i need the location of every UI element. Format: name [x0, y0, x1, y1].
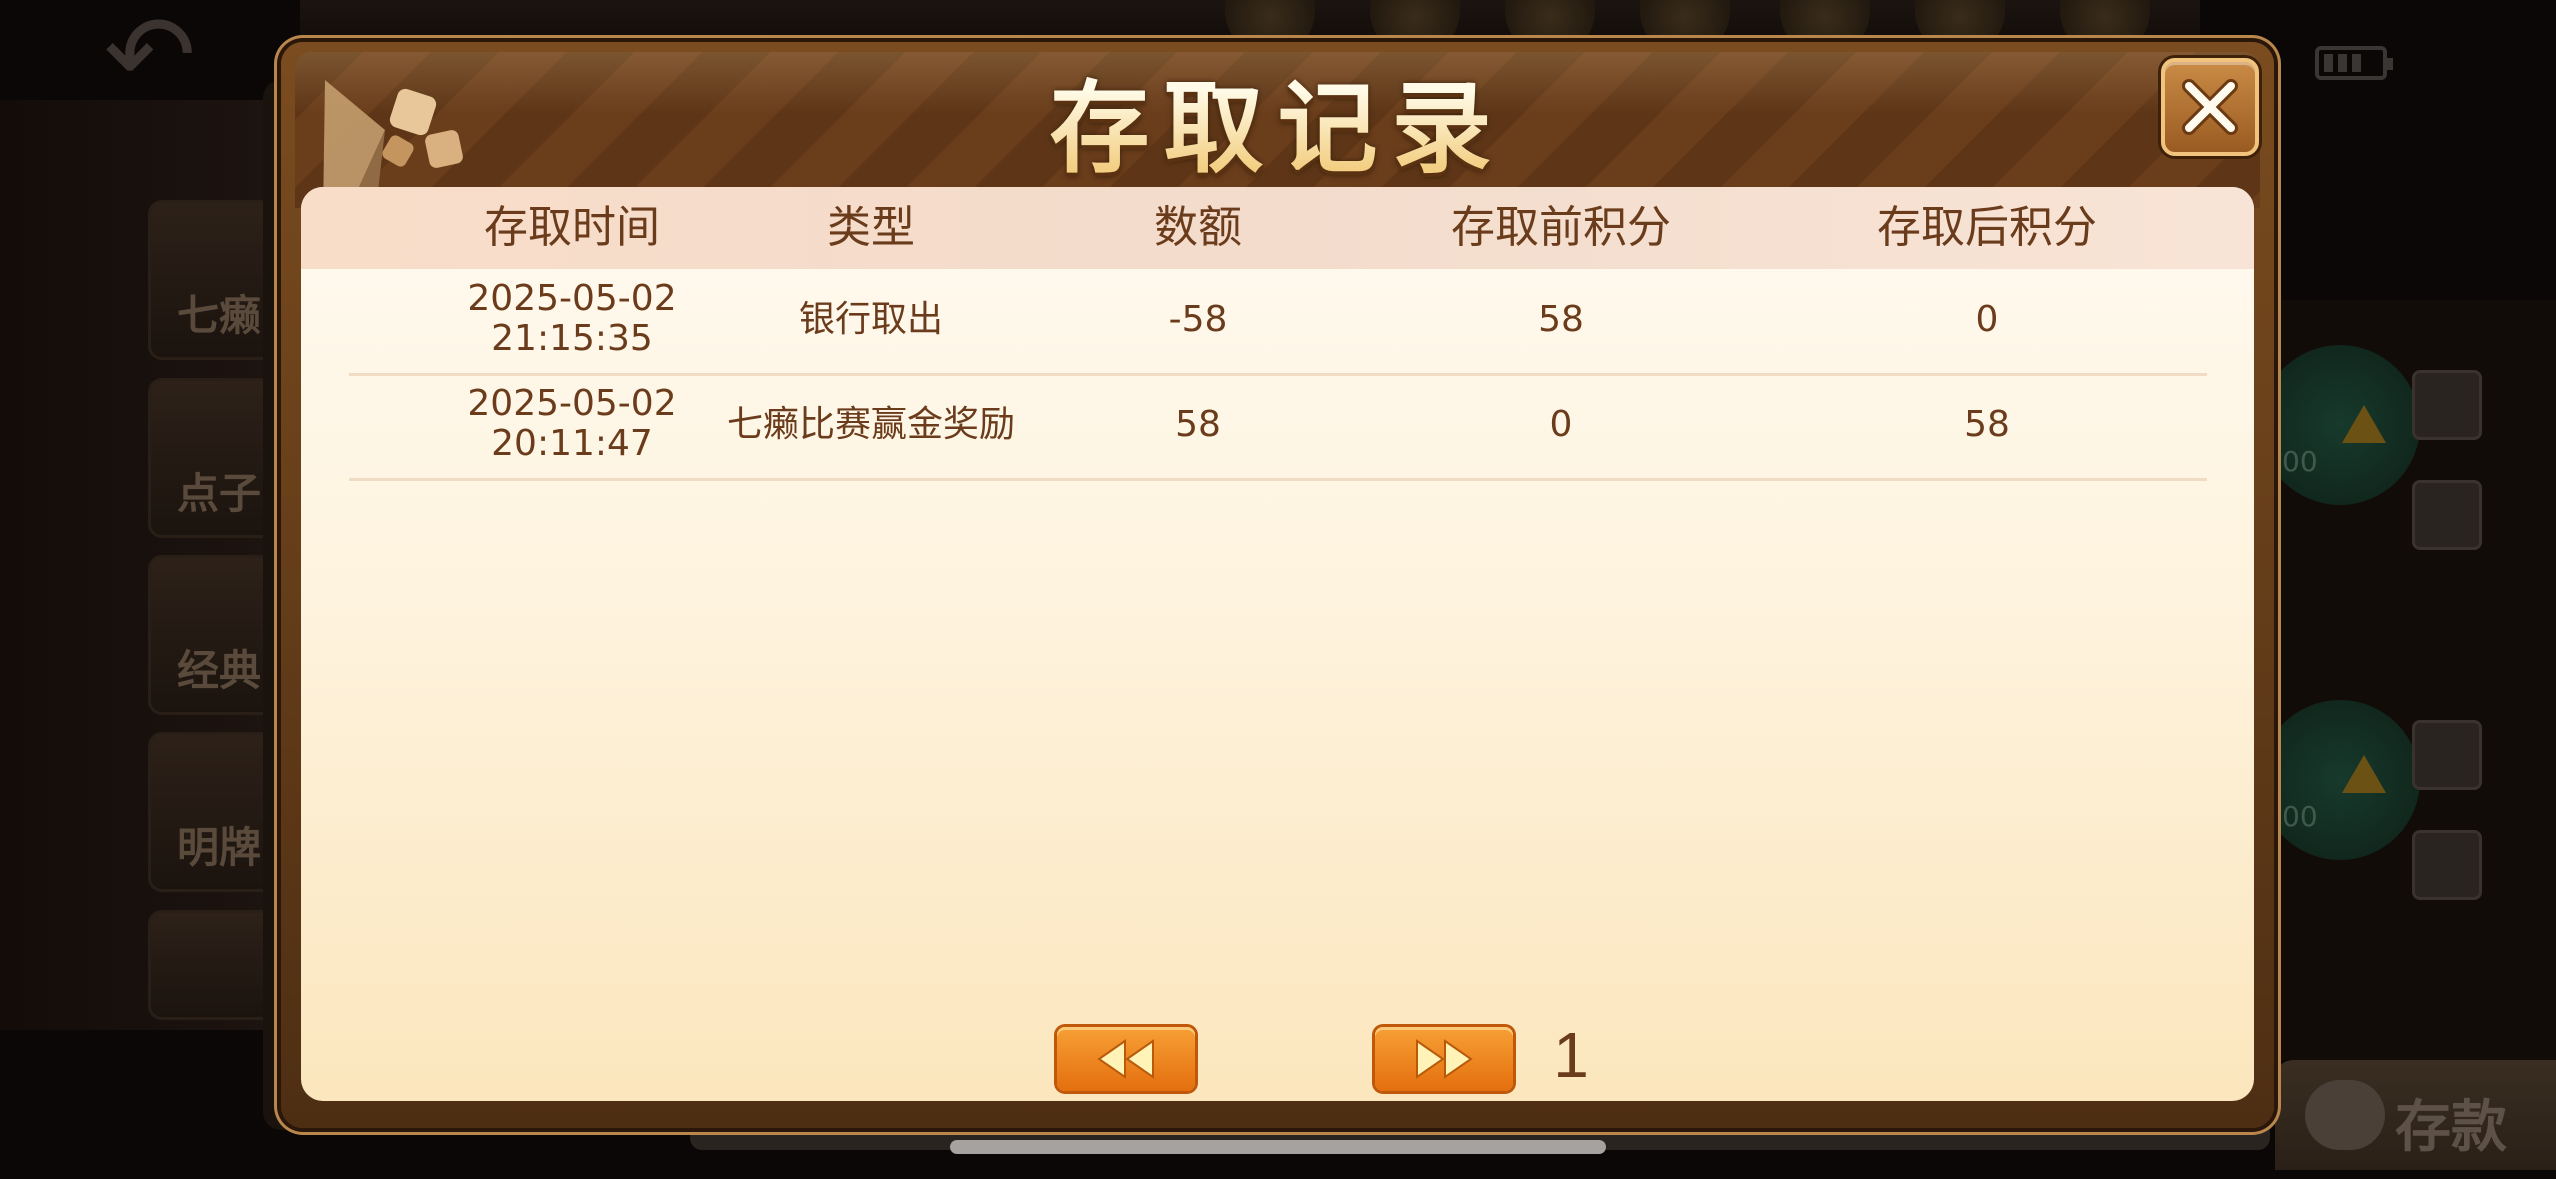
row-date: 2025-05-02 — [467, 278, 677, 319]
deposit-button: 存款 — [2275, 1060, 2556, 1170]
prev-page-button[interactable] — [1057, 1027, 1195, 1091]
dialog-title: 存取记录 — [295, 64, 2260, 194]
column-header-before: 存取前积分 — [1451, 202, 1671, 253]
column-header-time: 存取时间 — [484, 202, 660, 253]
game-table: 00 — [2260, 345, 2420, 505]
next-page-button[interactable] — [1375, 1027, 1513, 1091]
avatar — [2412, 480, 2482, 550]
back-arrow-icon: ↶ — [103, 0, 197, 119]
close-icon — [2182, 79, 2238, 135]
table-score: 00 — [2282, 800, 2318, 833]
row-time: 20:11:47 — [491, 423, 653, 464]
column-header-type: 类型 — [827, 202, 915, 253]
dialog-header: 存取记录 — [295, 52, 2260, 224]
battery-icon — [2315, 46, 2393, 80]
table-header: 存取时间 类型 数额 存取前积分 存取后积分 — [301, 187, 2254, 269]
piggy-bank-icon — [2305, 1080, 2385, 1150]
home-indicator[interactable] — [950, 1140, 1606, 1154]
row-amount: 58 — [1175, 404, 1221, 445]
row-after: 0 — [1975, 299, 1999, 340]
close-button[interactable] — [2161, 58, 2259, 156]
row-before: 58 — [1538, 299, 1584, 340]
column-header-amount: 数额 — [1154, 202, 1242, 253]
row-before: 0 — [1549, 404, 1573, 445]
table-score: 00 — [2282, 445, 2318, 478]
warning-icon — [2342, 755, 2386, 793]
page-number: 1 — [1553, 1019, 1589, 1091]
column-header-after: 存取后积分 — [1877, 202, 2097, 253]
row-date: 2025-05-02 — [467, 383, 677, 424]
row-after: 58 — [1964, 404, 2010, 445]
avatar — [2412, 370, 2482, 440]
row-datetime: 2025-05-02 21:15:35 — [422, 279, 722, 359]
double-chevron-right-icon — [1416, 1039, 1473, 1079]
warning-icon — [2342, 405, 2386, 443]
double-chevron-left-icon — [1097, 1039, 1154, 1079]
row-amount: -58 — [1168, 299, 1228, 340]
row-type: 七癞比赛赢金奖励 — [726, 404, 1015, 445]
records-table-panel: 存取时间 类型 数额 存取前积分 存取后积分 2025-05-02 21:15:… — [301, 187, 2254, 1101]
avatar — [2412, 830, 2482, 900]
table-row: 2025-05-02 20:11:47 七癞比赛赢金奖励 58 0 58 — [349, 374, 2207, 481]
row-time: 21:15:35 — [491, 318, 653, 359]
avatar — [2412, 720, 2482, 790]
game-table: 00 — [2260, 700, 2420, 860]
row-datetime: 2025-05-02 20:11:47 — [422, 384, 722, 464]
row-type: 银行取出 — [798, 299, 943, 340]
table-row: 2025-05-02 21:15:35 银行取出 -58 58 0 — [349, 269, 2207, 376]
